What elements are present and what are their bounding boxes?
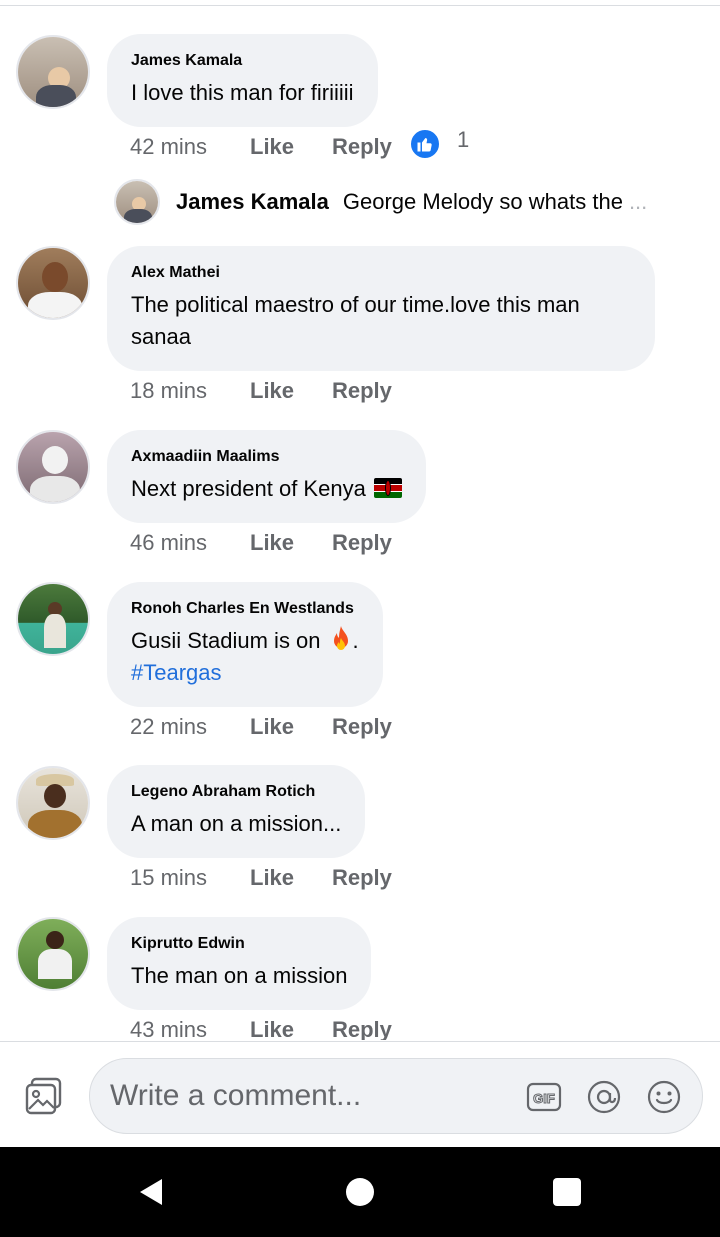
comment-actions: 18 mins Like Reply <box>130 376 392 406</box>
reply-button[interactable]: Reply <box>332 714 392 740</box>
comment-list: James Kamala I love this man for firiiii… <box>0 0 720 1040</box>
comment-actions: 43 mins Like Reply <box>130 1015 392 1040</box>
comment-text: The man on a mission <box>131 963 348 988</box>
comment-input[interactable]: Write a comment... GIF <box>89 1058 703 1134</box>
comment-actions: 42 mins Like Reply <box>130 132 392 162</box>
reaction-summary[interactable]: 1 <box>409 127 470 160</box>
avatar[interactable] <box>16 35 90 109</box>
mention-icon[interactable] <box>586 1079 622 1115</box>
comment-time[interactable]: 46 mins <box>130 530 250 556</box>
reply-preview[interactable]: James Kamala George Melody so whats the … <box>114 179 720 225</box>
comment-author[interactable]: Legeno Abraham Rotich <box>131 782 341 802</box>
like-button[interactable]: Like <box>250 1017 332 1040</box>
comment-actions: 22 mins Like Reply <box>130 712 392 742</box>
back-icon[interactable] <box>134 1175 168 1209</box>
comment-author[interactable]: Alex Mathei <box>131 263 631 283</box>
reply-ellipsis: ... <box>628 189 648 214</box>
like-button[interactable]: Like <box>250 134 332 160</box>
comment-actions: 15 mins Like Reply <box>130 863 392 893</box>
comment-text: Gusii Stadium is on <box>131 628 321 653</box>
fire-icon <box>333 626 348 650</box>
like-button[interactable]: Like <box>250 865 332 891</box>
comment-author[interactable]: Kiprutto Edwin <box>131 934 347 954</box>
like-button[interactable]: Like <box>250 378 332 404</box>
reaction-count: 1 <box>457 127 470 152</box>
like-reaction-icon <box>409 128 441 160</box>
comment-author[interactable]: James Kamala <box>131 51 354 71</box>
reply-author[interactable]: James Kamala <box>176 189 329 215</box>
comment-text-suffix: . <box>352 628 359 653</box>
avatar[interactable] <box>16 917 90 991</box>
hashtag-link[interactable]: #Teargas <box>131 657 359 689</box>
emoji-icon[interactable] <box>646 1079 682 1115</box>
comment-text: A man on a mission... <box>131 811 342 836</box>
comment-text-line2: sanaa <box>131 324 191 349</box>
comment-author[interactable]: Ronoh Charles En Westlands <box>131 599 359 619</box>
reply-button[interactable]: Reply <box>332 865 392 891</box>
comment-bubble: Kiprutto Edwin The man on a mission <box>107 917 372 1010</box>
home-icon[interactable] <box>343 1175 377 1209</box>
comment-author[interactable]: Axmaadiin Maalims <box>131 447 402 467</box>
reply-button[interactable]: Reply <box>332 1017 392 1040</box>
svg-text:GIF: GIF <box>533 1091 555 1106</box>
comment-time[interactable]: 43 mins <box>130 1017 250 1040</box>
comment-bubble: Alex Mathei The political maestro of our… <box>107 246 655 371</box>
comment-bubble: James Kamala I love this man for firiiii… <box>107 34 378 127</box>
system-nav-bar <box>0 1147 720 1237</box>
comment-time[interactable]: 18 mins <box>130 378 250 404</box>
reply-button[interactable]: Reply <box>332 530 392 556</box>
comment-placeholder: Write a comment... <box>110 1079 362 1112</box>
reply-text: George Melody so whats the <box>342 189 623 214</box>
reply-avatar <box>114 179 160 225</box>
comment-composer: Write a comment... GIF <box>0 1041 720 1147</box>
gif-icon[interactable]: GIF <box>526 1079 562 1115</box>
comment-time[interactable]: 15 mins <box>130 865 250 891</box>
like-button[interactable]: Like <box>250 714 332 740</box>
reply-button[interactable]: Reply <box>332 378 392 404</box>
like-button[interactable]: Like <box>250 530 332 556</box>
comment-text-row: Gusii Stadium is on. <box>131 625 359 657</box>
comment-bubble: Axmaadiin Maalims Next president of Keny… <box>107 430 426 523</box>
comment-text: The political maestro of our time.love t… <box>131 292 580 317</box>
comment-actions: 46 mins Like Reply <box>130 528 392 558</box>
reply-button[interactable]: Reply <box>332 134 392 160</box>
comment-text: Next president of Kenya <box>131 476 366 501</box>
comment-time[interactable]: 42 mins <box>130 134 250 160</box>
comment-text-row: Next president of Kenya <box>131 473 402 505</box>
avatar[interactable] <box>16 582 90 656</box>
comment-time[interactable]: 22 mins <box>130 714 250 740</box>
comment-bubble: Ronoh Charles En Westlands Gusii Stadium… <box>107 582 383 707</box>
avatar[interactable] <box>16 766 90 840</box>
photo-icon[interactable] <box>24 1076 64 1116</box>
avatar[interactable] <box>16 246 90 320</box>
comment-bubble: Legeno Abraham Rotich A man on a mission… <box>107 765 366 858</box>
avatar[interactable] <box>16 430 90 504</box>
kenya-flag-icon <box>373 478 402 498</box>
recents-icon[interactable] <box>550 1175 584 1209</box>
comment-text: I love this man for firiiiii <box>131 80 354 105</box>
